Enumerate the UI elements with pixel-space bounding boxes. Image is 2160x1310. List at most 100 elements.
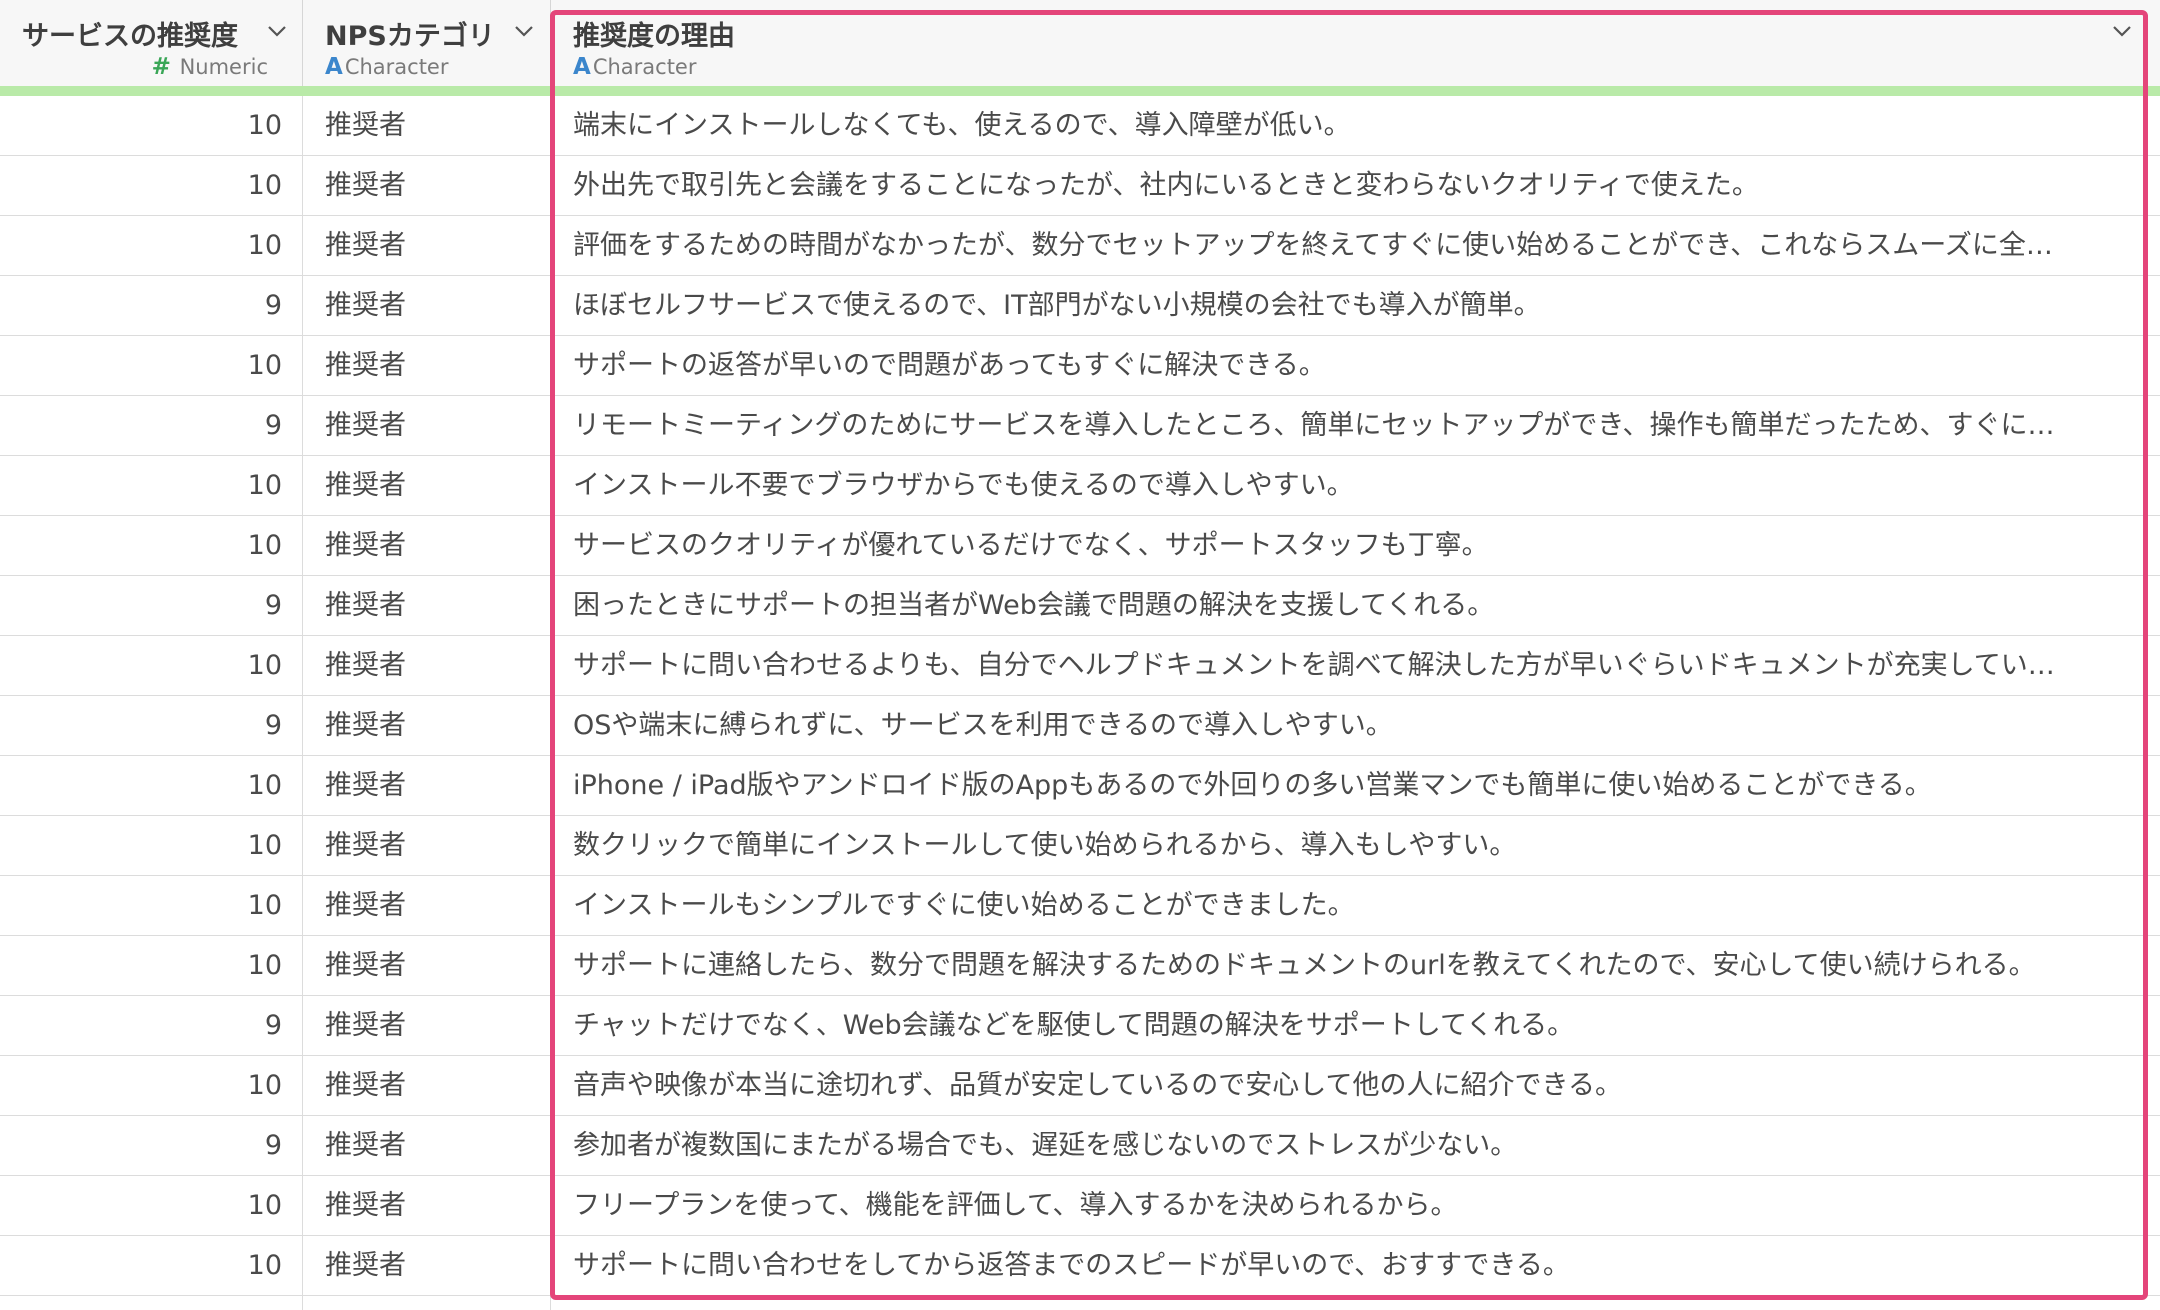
category-cell[interactable]: 推奨者 xyxy=(303,576,551,635)
table-row[interactable]: 10 推奨者 iPhone / iPad版やアンドロイド版のAppもあるので外回りの… xyxy=(0,756,2160,816)
chevron-down-icon[interactable] xyxy=(2109,18,2135,44)
data-quality-bar xyxy=(0,86,2160,96)
score-cell[interactable]: 9 xyxy=(0,396,303,455)
category-cell[interactable]: 推奨者 xyxy=(303,636,551,695)
reason-cell[interactable]: OSや端末に縛られずに、サービスを利用できるので導入しやすい。 xyxy=(551,696,2106,755)
data-grid: サービスの推奨度 # Numeric NPSカテゴリ ACharacter 推奨… xyxy=(0,0,2160,1310)
chevron-down-icon[interactable] xyxy=(264,18,290,44)
reason-cell[interactable]: 評価をするための時間がなかったが、数分でセットアップを終えてすぐに使い始めること… xyxy=(551,216,2106,275)
reason-cell[interactable]: サービスのクオリティが優れているだけでなく、サポートスタッフも丁寧。 xyxy=(551,516,2106,575)
reason-cell[interactable]: サポートの返答が早いので問題があってもすぐに解決できる。 xyxy=(551,336,2106,395)
category-cell[interactable]: 推奨者 xyxy=(303,696,551,755)
score-cell[interactable]: 10 xyxy=(0,336,303,395)
table-row[interactable]: 10 推奨者 音声や映像が本当に途切れず、品質が安定しているので安心して他の人に紹介… xyxy=(0,1056,2160,1116)
table-row[interactable]: 10 推奨者 インストールもシンプルですぐに使い始めることができました。 xyxy=(0,876,2160,936)
score-cell[interactable]: 10 xyxy=(0,516,303,575)
table-row[interactable]: 10 推奨者 サポートの返答が早いので問題があってもすぐに解決できる。 xyxy=(0,336,2160,396)
category-cell[interactable]: 推奨者 xyxy=(303,276,551,335)
reason-cell[interactable]: 参加者が複数国にまたがる場合でも、遅延を感じないのでストレスが少ない。 xyxy=(551,1116,2106,1175)
score-cell[interactable]: 10 xyxy=(0,936,303,995)
column-type-character: ACharacter xyxy=(325,54,449,80)
reason-cell[interactable]: 外出先で取引先と会議をすることになったが、社内にいるときと変わらないクオリティで… xyxy=(551,156,2106,215)
table-body: 10 推奨者 端末にインストールしなくても、使えるので、導入障壁が低い。 10 推奨者外… xyxy=(0,96,2160,1296)
reason-cell[interactable]: サポートに連絡したら、数分で問題を解決するためのドキュメントのurlを教えてくれ… xyxy=(551,936,2106,995)
reason-cell[interactable]: サポートに問い合わせるよりも、自分でヘルプドキュメントを調べて解決した方が早いぐ… xyxy=(551,636,2106,695)
table-row[interactable]: 10 推奨者 評価をするための時間がなかったが、数分でセットアップを終えてすぐに使い… xyxy=(0,216,2160,276)
category-cell[interactable]: 推奨者 xyxy=(303,996,551,1055)
table-row[interactable]: 9 推奨者 OSや端末に縛られずに、サービスを利用できるので導入しやすい。 xyxy=(0,696,2160,756)
category-cell[interactable]: 推奨者 xyxy=(303,1236,551,1295)
score-cell[interactable]: 10 xyxy=(0,636,303,695)
table-row[interactable]: 9 推奨者 困ったときにサポートの担当者がWeb会議で問題の解決を支援してくれる。 xyxy=(0,576,2160,636)
table-row[interactable]: 9 推奨者 チャットだけでなく、Web会議などを駆使して問題の解決をサポートしてくれ… xyxy=(0,996,2160,1056)
table-row[interactable]: 10 推奨者 サポートに問い合わせるよりも、自分でヘルプドキュメントを調べて解決した… xyxy=(0,636,2160,696)
reason-cell[interactable]: サポートに問い合わせをしてから返答までのスピードが早いので、おすすできる。 xyxy=(551,1236,2106,1295)
table-row[interactable]: 10 推奨者 サポートに連絡したら、数分で問題を解決するためのドキュメントのurlを… xyxy=(0,936,2160,996)
column-type-numeric: # Numeric xyxy=(152,54,268,80)
column-header-recommendation-score[interactable]: サービスの推奨度 # Numeric xyxy=(0,0,303,86)
reason-cell[interactable]: リモートミーティングのためにサービスを導入したところ、簡単にセットアップができ、… xyxy=(551,396,2106,455)
score-cell[interactable]: 9 xyxy=(0,276,303,335)
reason-cell[interactable]: フリープランを使って、機能を評価して、導入するかを決められるから。 xyxy=(551,1176,2106,1235)
table-row[interactable]: 10 推奨者 数クリックで簡単にインストールして使い始められるから、導入もしやすい。 xyxy=(0,816,2160,876)
character-type-icon: A xyxy=(325,54,343,80)
category-cell[interactable]: 推奨者 xyxy=(303,96,551,155)
score-cell[interactable]: 9 xyxy=(0,996,303,1055)
reason-cell[interactable]: インストールもシンプルですぐに使い始めることができました。 xyxy=(551,876,2106,935)
score-cell[interactable]: 10 xyxy=(0,1056,303,1115)
category-cell[interactable]: 推奨者 xyxy=(303,396,551,455)
category-cell[interactable]: 推奨者 xyxy=(303,1116,551,1175)
category-cell[interactable]: 推奨者 xyxy=(303,1056,551,1115)
reason-cell[interactable]: 数クリックで簡単にインストールして使い始められるから、導入もしやすい。 xyxy=(551,816,2106,875)
score-cell[interactable]: 10 xyxy=(0,216,303,275)
category-cell[interactable]: 推奨者 xyxy=(303,516,551,575)
table-row[interactable]: 10 推奨者 インストール不要でブラウザからでも使えるので導入しやすい。 xyxy=(0,456,2160,516)
score-cell[interactable]: 9 xyxy=(0,696,303,755)
column-title: NPSカテゴリ xyxy=(325,21,495,52)
reason-cell[interactable]: インストール不要でブラウザからでも使えるので導入しやすい。 xyxy=(551,456,2106,515)
category-cell[interactable]: 推奨者 xyxy=(303,156,551,215)
category-cell[interactable]: 推奨者 xyxy=(303,876,551,935)
category-cell[interactable]: 推奨者 xyxy=(303,336,551,395)
category-cell[interactable]: 推奨者 xyxy=(303,936,551,995)
score-cell[interactable]: 9 xyxy=(0,1116,303,1175)
category-cell[interactable]: 推奨者 xyxy=(303,816,551,875)
score-cell[interactable]: 10 xyxy=(0,156,303,215)
category-cell[interactable]: 推奨者 xyxy=(303,216,551,275)
table-row[interactable]: 10 推奨者 サービスのクオリティが優れているだけでなく、サポートスタッフも丁寧。 xyxy=(0,516,2160,576)
score-cell[interactable]: 10 xyxy=(0,756,303,815)
table-row[interactable]: 9 推奨者 参加者が複数国にまたがる場合でも、遅延を感じないのでストレスが少ない。 xyxy=(0,1116,2160,1176)
reason-cell[interactable]: ほぼセルフサービスで使えるので、IT部門がない小規模の会社でも導入が簡単。 xyxy=(551,276,2106,335)
numeric-type-icon: # xyxy=(151,54,171,80)
character-type-icon: A xyxy=(573,54,591,80)
category-cell[interactable]: 推奨者 xyxy=(303,756,551,815)
score-cell[interactable]: 10 xyxy=(0,456,303,515)
table-row[interactable]: 9 推奨者 リモートミーティングのためにサービスを導入したところ、簡単にセットアップ… xyxy=(0,396,2160,456)
table-row[interactable]: 10 推奨者 フリープランを使って、機能を評価して、導入するかを決められるから。 xyxy=(0,1176,2160,1236)
column-header-recommendation-reason[interactable]: 推奨度の理由 ACharacter xyxy=(551,0,2160,86)
table-row[interactable]: 10 推奨者 サポートに問い合わせをしてから返答までのスピードが早いので、おすすでき… xyxy=(0,1236,2160,1296)
column-type-label: Numeric xyxy=(179,55,268,79)
reason-cell[interactable]: 音声や映像が本当に途切れず、品質が安定しているので安心して他の人に紹介できる。 xyxy=(551,1056,2106,1115)
table-row[interactable]: 9 推奨者 ほぼセルフサービスで使えるので、IT部門がない小規模の会社でも導入が簡単… xyxy=(0,276,2160,336)
reason-cell[interactable]: 困ったときにサポートの担当者がWeb会議で問題の解決を支援してくれる。 xyxy=(551,576,2106,635)
category-cell[interactable]: 推奨者 xyxy=(303,456,551,515)
score-cell[interactable]: 10 xyxy=(0,1176,303,1235)
reason-cell[interactable]: チャットだけでなく、Web会議などを駆使して問題の解決をサポートしてくれる。 xyxy=(551,996,2106,1055)
table-row[interactable]: 10 推奨者 端末にインストールしなくても、使えるので、導入障壁が低い。 xyxy=(0,96,2160,156)
score-cell[interactable]: 10 xyxy=(0,876,303,935)
category-cell[interactable]: 推奨者 xyxy=(303,1176,551,1235)
chevron-down-icon[interactable] xyxy=(511,18,537,44)
reason-cell[interactable]: iPhone / iPad版やアンドロイド版のAppもあるので外回りの多い営業マ… xyxy=(551,756,2106,815)
reason-cell[interactable]: 端末にインストールしなくても、使えるので、導入障壁が低い。 xyxy=(551,96,2106,155)
column-type-character: ACharacter xyxy=(573,54,697,80)
column-header-row: サービスの推奨度 # Numeric NPSカテゴリ ACharacter 推奨… xyxy=(0,0,2160,87)
column-type-label: Character xyxy=(344,55,449,79)
column-header-nps-category[interactable]: NPSカテゴリ ACharacter xyxy=(303,0,551,86)
table-row[interactable]: 10 推奨者 外出先で取引先と会議をすることになったが、社内にいるときと変わらないク… xyxy=(0,156,2160,216)
column-title: サービスの推奨度 xyxy=(22,21,238,52)
score-cell[interactable]: 10 xyxy=(0,816,303,875)
score-cell[interactable]: 10 xyxy=(0,96,303,155)
score-cell[interactable]: 10 xyxy=(0,1236,303,1295)
score-cell[interactable]: 9 xyxy=(0,576,303,635)
